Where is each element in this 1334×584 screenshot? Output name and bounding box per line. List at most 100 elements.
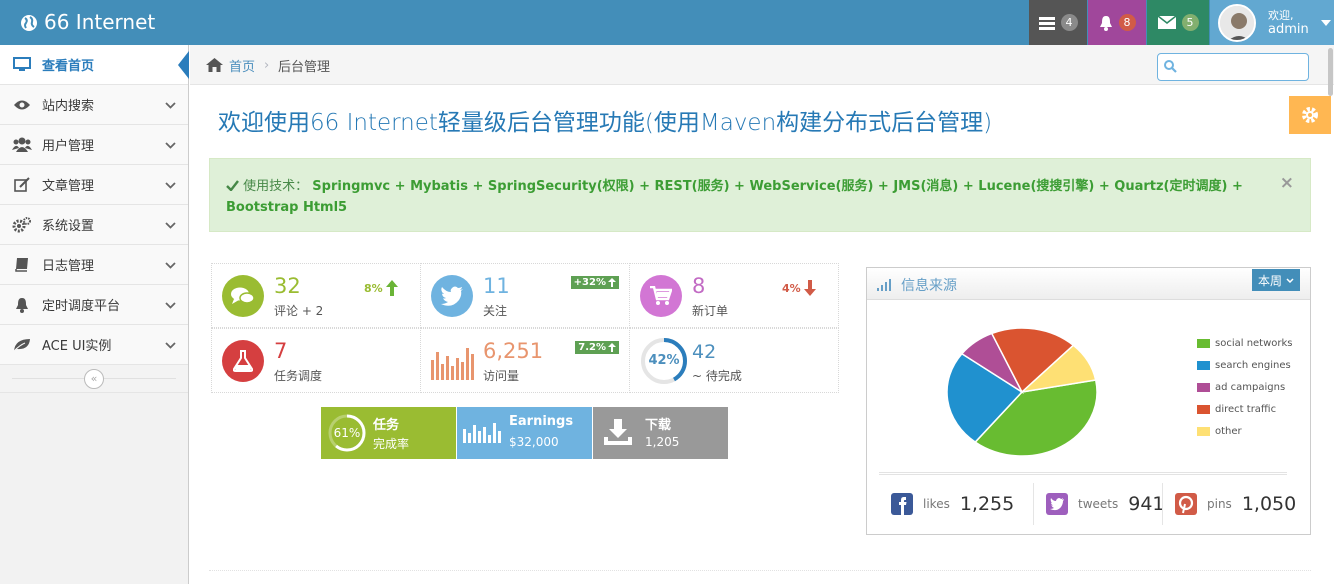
user-info: 欢迎, admin (1268, 9, 1309, 37)
infobox-stat: 7.2% (575, 341, 619, 354)
legend-swatch (1197, 404, 1210, 414)
pinterest-icon (1175, 493, 1197, 515)
infobox-label: 访问量 (483, 369, 520, 383)
shopping-cart-icon (640, 275, 682, 317)
brand[interactable]: 66 Internet (20, 0, 155, 45)
alert-close-button[interactable]: × (1280, 173, 1294, 194)
infobox-label: ~ 待完成 (692, 369, 742, 383)
sidebar-item-label: 系统设置 (42, 219, 95, 234)
stat-pins: pins 1,050 (1162, 483, 1296, 525)
bell-icon (1099, 15, 1112, 31)
sidebar-item-scheduler[interactable]: 定时调度平台 (0, 285, 188, 325)
infobox-stat-value: 4% (782, 281, 801, 295)
scrollbar[interactable] (1328, 48, 1333, 96)
infobox-number: 7 (274, 339, 288, 363)
settings-button[interactable] (1289, 96, 1331, 134)
sidebar-item-settings[interactable]: 系统设置 (0, 205, 188, 245)
sidebar-item-search[interactable]: 站内搜索 (0, 85, 188, 125)
messages-menu[interactable]: 5 (1147, 0, 1209, 45)
social-stats: likes 1,255 tweets 941 pins 1,050 (879, 472, 1296, 526)
users-icon (12, 137, 32, 152)
infobox-label: 评论 + 2 (274, 304, 324, 318)
tasks-progress-label: 61% (333, 426, 361, 440)
widget-header: 信息来源 本周 (867, 268, 1310, 300)
sidebar-item-articles[interactable]: 文章管理 (0, 165, 188, 205)
notifications-badge: 8 (1118, 14, 1136, 31)
tasks-icon (1038, 16, 1055, 30)
tile-downloads: 下载 1,205 (593, 407, 728, 459)
book-icon (12, 257, 32, 272)
avatar (1218, 3, 1256, 42)
legend-item: ad campaigns (1197, 376, 1293, 398)
chevron-down-icon (165, 178, 176, 193)
tasks-menu[interactable]: 4 (1029, 0, 1087, 45)
sidebar-collapse-button[interactable]: « (84, 369, 104, 389)
nav-search (1157, 53, 1309, 81)
leaf-icon (12, 338, 32, 352)
infobox-stat: 8% (364, 280, 398, 296)
legend-swatch (1197, 426, 1210, 436)
tile-earnings: Earnings $32,000 (457, 407, 592, 459)
bar-chart-icon (463, 423, 501, 443)
facebook-icon (891, 493, 913, 515)
infobox-label: 任务调度 (274, 369, 323, 383)
monitor-icon (12, 57, 32, 72)
stat-tweets: tweets 941 (1033, 483, 1165, 525)
legend-label: direct traffic (1215, 403, 1277, 415)
gear-icon (1302, 107, 1318, 123)
user-menu[interactable]: 欢迎, admin (1210, 0, 1334, 45)
period-dropdown[interactable]: 本周 (1251, 269, 1300, 291)
sidebar-item-label: ACE UI实例 (42, 339, 112, 354)
notifications-menu[interactable]: 8 (1088, 0, 1146, 45)
sidebar-item-users[interactable]: 用户管理 (0, 125, 188, 165)
legend-label: social networks (1215, 337, 1293, 349)
infobox-number: 42 (692, 341, 717, 363)
breadcrumb-home-label: 首页 (229, 59, 256, 75)
legend-label: ad campaigns (1215, 381, 1286, 393)
sidebar-item-label: 用户管理 (42, 139, 95, 154)
infobox-label: 关注 (483, 304, 508, 318)
tile-sub: 1,205 (645, 435, 680, 449)
sidebar-item-logs[interactable]: 日志管理 (0, 245, 188, 285)
search-input[interactable] (1182, 54, 1302, 78)
chevron-down-icon (1286, 277, 1294, 283)
infobox-stat: 4% (782, 280, 816, 296)
envelope-icon (1157, 16, 1176, 29)
infobox-visits: 6,251 访问量 7.2% (420, 328, 630, 393)
tile-title: Earnings (509, 414, 574, 429)
legend-label: search engines (1215, 359, 1291, 371)
tile-title: 任务 (373, 418, 400, 433)
sidebar-item-ace-ui[interactable]: ACE UI实例 (0, 325, 188, 365)
bottom-divider (209, 570, 1311, 571)
pie-chart (946, 327, 1098, 457)
caret-down-icon (1320, 19, 1331, 26)
arrow-up-icon (608, 278, 616, 287)
stat-value: 941 (1128, 493, 1165, 515)
breadcrumb-home[interactable]: 首页 (206, 45, 255, 85)
page-title: 欢迎使用66 Internet轻量级后台管理功能(使用Maven构建分布式后台管… (218, 110, 993, 136)
infobox-comments: 32 评论 + 2 8% (211, 263, 421, 328)
user-name: admin (1268, 21, 1309, 37)
legend-label: other (1215, 425, 1242, 437)
traffic-sources-widget: 信息来源 本周 social networks search engines ad … (866, 267, 1311, 535)
infobox-stat: +32% (570, 276, 619, 289)
widget-title-text: 信息来源 (901, 278, 957, 294)
legend-swatch (1197, 338, 1210, 348)
infobox-stat-value: 7.2% (578, 342, 606, 353)
eye-icon (12, 99, 32, 111)
sidebar-item-label: 站内搜索 (42, 99, 95, 114)
alert-prefix: 使用技术： (243, 179, 309, 194)
legend-swatch (1197, 360, 1210, 370)
chevron-down-icon (165, 298, 176, 313)
navbar: 66 Internet 4 8 5 欢迎, admin (0, 0, 1334, 45)
alert-tech-list: Springmvc + Mybatis + SpringSecurity(权限)… (226, 179, 1243, 215)
check-icon (226, 180, 239, 192)
legend-item: direct traffic (1197, 398, 1293, 420)
infobox-stat-value: 8% (364, 281, 383, 295)
chevron-down-icon (165, 138, 176, 153)
infobox-tasks: 7 任务调度 (211, 328, 421, 393)
sidebar-item-home[interactable]: 查看首页 (0, 45, 189, 85)
breadcrumb: 首页 › 后台管理 (190, 45, 1334, 85)
pending-progress-label: 42% (648, 353, 680, 368)
globe-icon (21, 14, 37, 31)
